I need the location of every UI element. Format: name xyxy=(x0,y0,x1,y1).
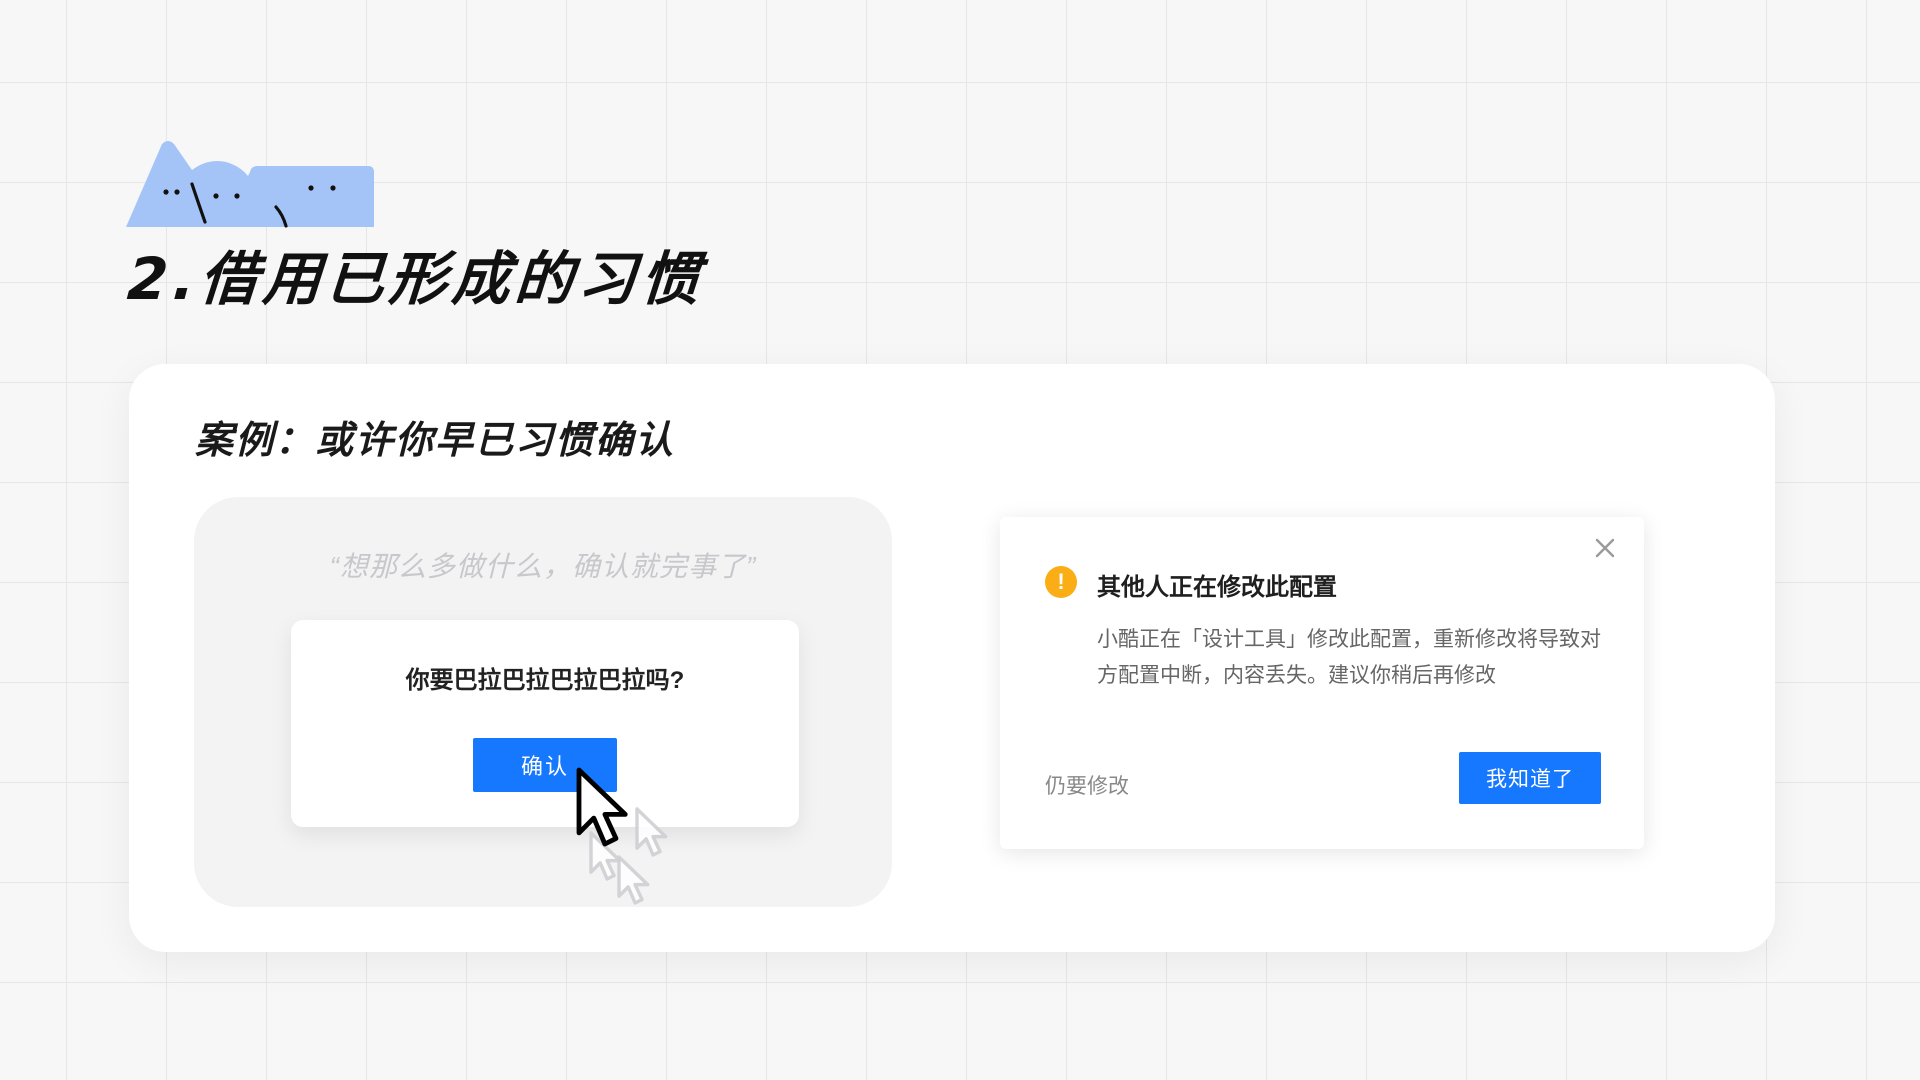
notice-title: 其他人正在修改此配置 xyxy=(1097,574,1337,601)
ghost-cursor-icon xyxy=(617,855,650,905)
case-title: 案例：或许你早已习惯确认 xyxy=(195,418,676,462)
close-button[interactable] xyxy=(1592,535,1618,561)
dialog-question: 你要巴拉巴拉巴拉巴拉吗? xyxy=(405,667,685,694)
got-it-button[interactable]: 我知道了 xyxy=(1459,752,1601,804)
notice-body: 小酷正在「设计工具」修改此配置，重新修改将导致对方配置中断，内容丢失。建议你稍后… xyxy=(1097,628,1601,687)
conflict-notice-dialog: ! 其他人正在修改此配置 小酷正在「设计工具」修改此配置，重新修改将导致对方配置… xyxy=(1000,517,1644,849)
mascot-illustration xyxy=(126,141,374,228)
case-card: 案例：或许你早已习惯确认 “想那么多做什么，确认就完事了” 你要巴拉巴拉巴拉巴拉… xyxy=(129,364,1775,952)
warning-icon: ! xyxy=(1045,566,1077,598)
confirm-dialog: 你要巴拉巴拉巴拉巴拉吗? 确认 xyxy=(291,620,799,827)
page-title: 2.借用已形成的习惯 xyxy=(125,245,707,313)
demo-quote: “想那么多做什么，确认就完事了” xyxy=(329,551,757,582)
confirm-button[interactable]: 确认 xyxy=(473,738,617,792)
close-icon xyxy=(1595,538,1615,558)
still-modify-link[interactable]: 仍要修改 xyxy=(1045,770,1129,800)
confirm-demo-area: “想那么多做什么，确认就完事了” 你要巴拉巴拉巴拉巴拉吗? 确认 xyxy=(194,497,892,907)
ghost-cursor-icon xyxy=(589,831,622,881)
